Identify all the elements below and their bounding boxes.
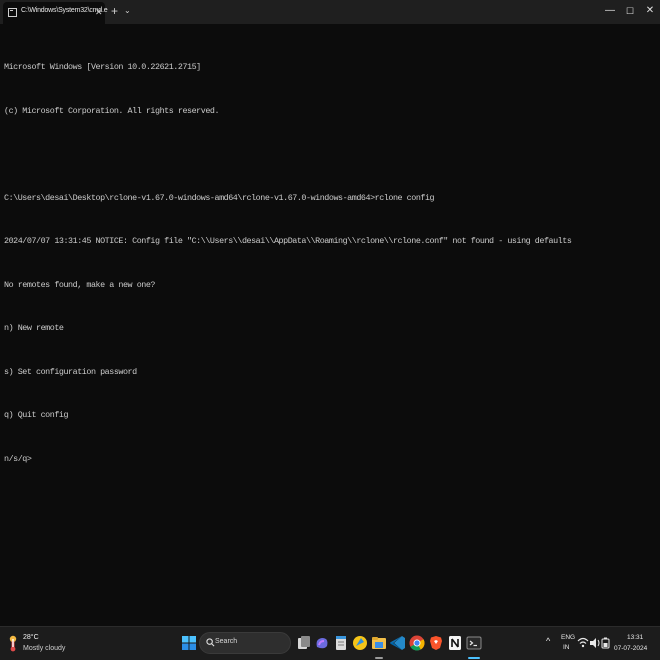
vscode-icon[interactable] — [388, 633, 408, 653]
sticky-icon[interactable] — [350, 633, 370, 653]
tab-cmd[interactable]: C:\Windows\System32\cmd.e ✕ — [3, 2, 108, 24]
language-region: IN — [563, 644, 570, 651]
terminal-line: Microsoft Windows [Version 10.0.22621.27… — [4, 62, 201, 72]
terminal-icon[interactable] — [464, 633, 484, 653]
chrome-icon[interactable] — [407, 633, 427, 653]
taskbar: 28°C Mostly cloudy Search ^ ENG IN 13:31… — [0, 626, 660, 660]
taskbar-search-box[interactable]: Search — [199, 632, 291, 654]
weather-cloud-sun-icon — [9, 635, 17, 652]
clock-time: 13:31 — [627, 634, 644, 641]
active-indicator — [468, 657, 480, 659]
weather-temperature: 28°C — [23, 634, 39, 641]
notepad-icon[interactable] — [331, 633, 351, 653]
clock-date: 07-07-2024 — [614, 645, 648, 652]
console-icon — [8, 8, 17, 17]
weather-description: Mostly cloudy — [23, 645, 66, 652]
close-window-button[interactable]: ✕ — [639, 2, 660, 20]
tab-close-button[interactable]: ✕ — [95, 6, 103, 18]
clock[interactable]: 13:31 07-07-2024 — [612, 632, 656, 656]
terminal-line: No remotes found, make a new one? — [4, 279, 156, 290]
new-tab-button[interactable]: + — [111, 3, 118, 19]
wifi-icon[interactable] — [577, 636, 589, 650]
title-bar: C:\Windows\System32\cmd.e ✕ + ⌄ — ☐ ✕ — [0, 0, 660, 24]
windows-start-icon[interactable] — [179, 633, 199, 653]
task-view-icon[interactable] — [294, 633, 314, 653]
terminal-prompt[interactable]: n/s/q> — [4, 452, 654, 467]
copilot-icon[interactable] — [312, 633, 332, 653]
file-explorer-icon[interactable] — [369, 633, 389, 653]
language-code: ENG — [561, 634, 576, 641]
active-indicator — [375, 657, 383, 659]
terminal-line: 2024/07/07 13:31:45 NOTICE: Config file … — [4, 236, 572, 246]
terminal-line: n) New remote — [4, 323, 64, 333]
battery-icon[interactable] — [600, 636, 612, 650]
brave-icon[interactable] — [426, 633, 446, 653]
terminal-line: (c) Microsoft Corporation. All rights re… — [4, 105, 220, 116]
language-indicator[interactable]: ENG IN — [558, 632, 576, 656]
weather-widget[interactable]: 28°C Mostly cloudy — [6, 631, 76, 657]
tab-dropdown-button[interactable]: ⌄ — [124, 4, 131, 18]
minimize-button[interactable]: — — [599, 2, 621, 20]
search-icon — [206, 638, 215, 647]
maximize-button[interactable]: ☐ — [619, 2, 641, 20]
terminal-line: C:\Users\desai\Desktop\rclone-v1.67.0-wi… — [4, 192, 435, 203]
terminal-line: q) Quit config — [4, 410, 69, 420]
terminal-line: s) Set configuration password — [4, 366, 137, 377]
search-placeholder: Search — [215, 638, 238, 645]
notion-icon[interactable] — [445, 633, 465, 653]
terminal-output[interactable]: Microsoft Windows [Version 10.0.22621.27… — [4, 31, 654, 481]
tray-chevron-button[interactable]: ^ — [546, 636, 550, 646]
